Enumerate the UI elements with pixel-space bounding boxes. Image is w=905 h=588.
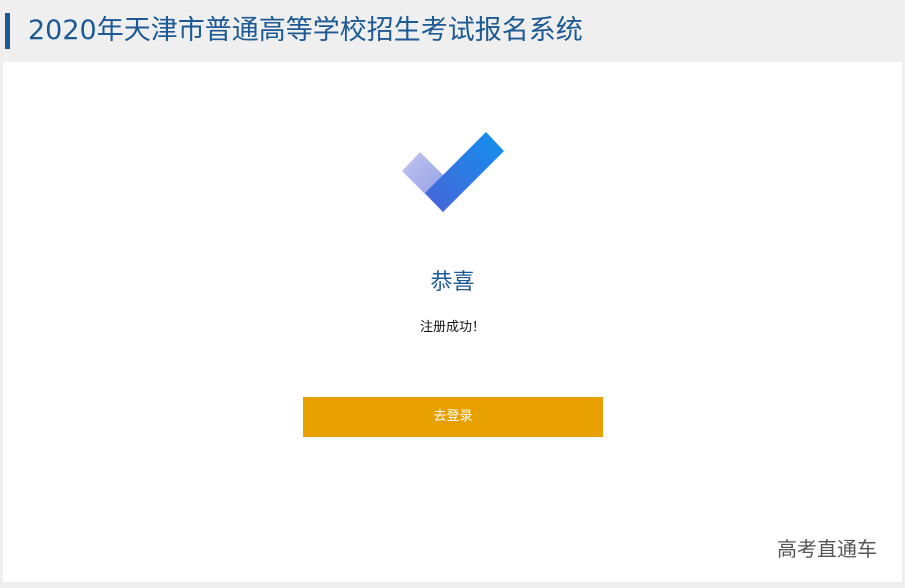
page-header: 2020年天津市普通高等学校招生考试报名系统: [0, 0, 905, 62]
watermark-text: 高考直通车: [777, 537, 877, 561]
success-title: 恭喜: [430, 270, 475, 295]
checkmark-icon: [402, 132, 504, 212]
go-login-button[interactable]: 去登录: [303, 397, 603, 437]
page-title: 2020年天津市普通高等学校招生考试报名系统: [28, 15, 583, 46]
header-accent-bar: [5, 13, 10, 49]
success-message: 注册成功！: [419, 320, 485, 335]
